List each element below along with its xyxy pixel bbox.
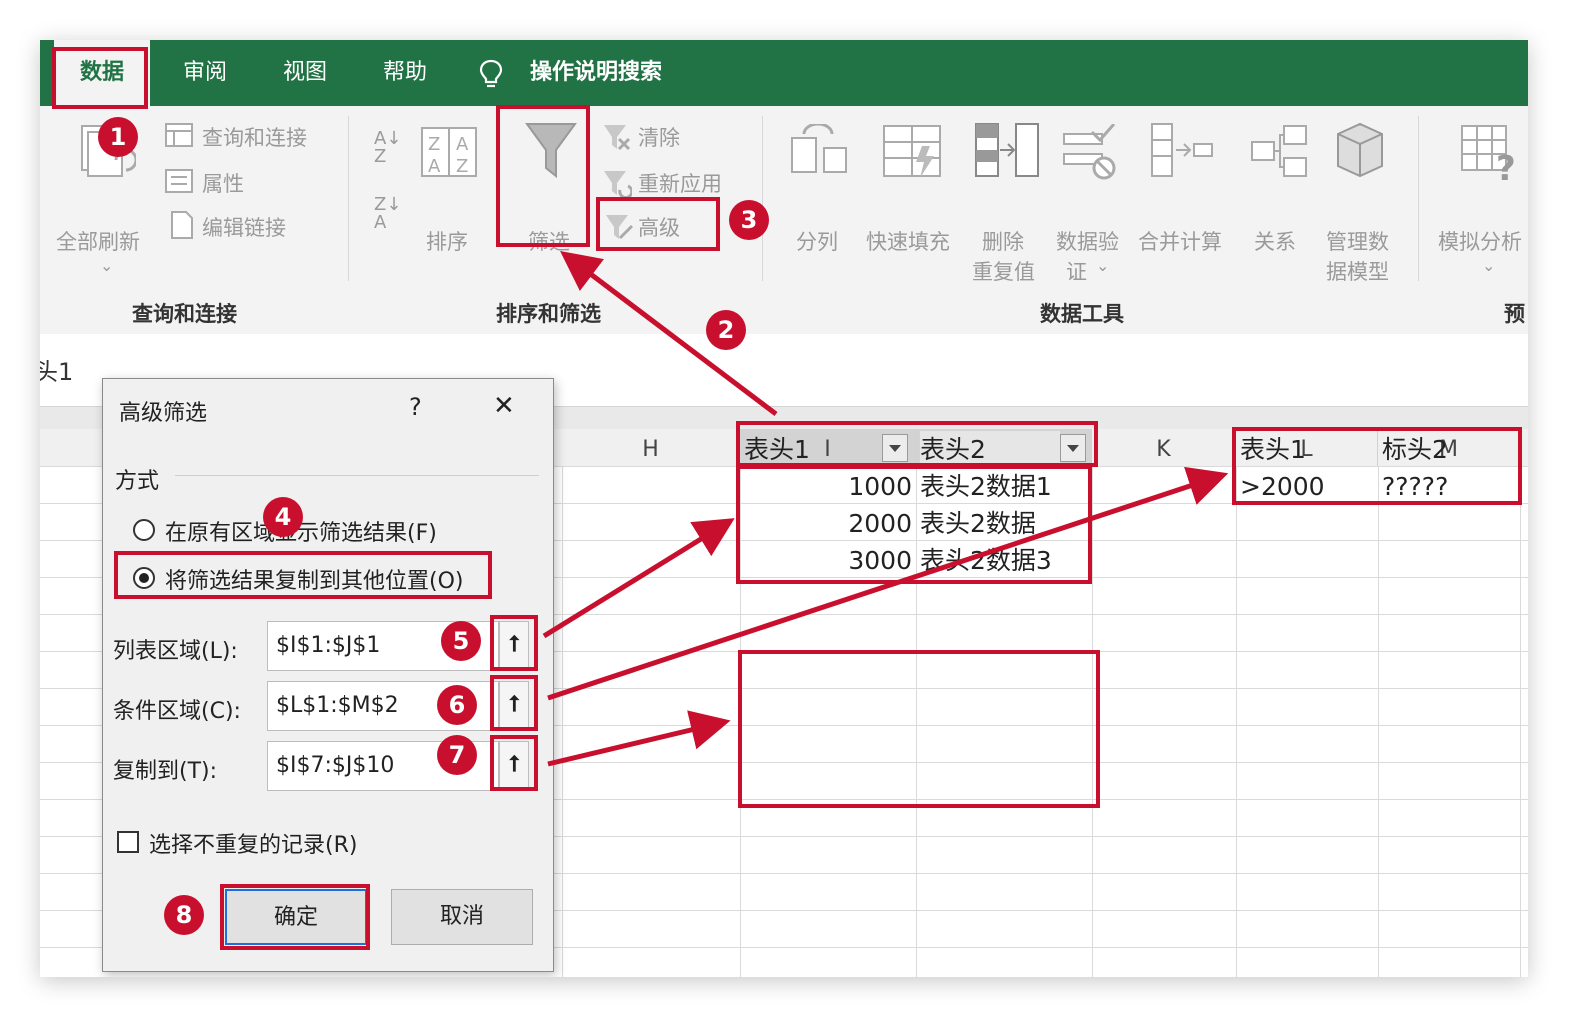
highlight-data-rows — [736, 465, 1092, 584]
svg-text:A: A — [428, 156, 441, 177]
unique-records-label[interactable]: 选择不重复的记录(R) — [149, 827, 357, 859]
group-label-queries: 查询和连接 — [132, 302, 237, 326]
what-if-dropdown[interactable]: ⌄ — [1482, 256, 1495, 275]
step-badge-7: 7 — [437, 735, 477, 775]
manage-data-model-icon[interactable] — [1330, 120, 1390, 180]
reapply-icon — [604, 171, 632, 198]
group-label-forecast: 预 — [1504, 302, 1525, 326]
remove-duplicates-button[interactable]: 删除 — [982, 226, 1024, 256]
data-validation-dropdown[interactable]: ⌄ — [1096, 256, 1109, 275]
sort-za-icon[interactable]: Z↓ A — [374, 196, 401, 232]
data-validation-button[interactable]: 数据验 — [1056, 226, 1119, 256]
reapply-button[interactable]: 重新应用 — [638, 168, 722, 198]
consolidate-icon[interactable] — [1150, 122, 1216, 178]
ribbon-separator — [762, 116, 763, 281]
column-header-h[interactable]: H — [562, 429, 740, 466]
advanced-filter-dialog: 高级筛选 ? ✕ 方式 在原有区域显示筛选结果(F) 将筛选结果复制到其他位置(… — [102, 378, 554, 972]
queries-connections-button[interactable]: 查询和连接 — [202, 122, 307, 152]
sort-az-icon[interactable]: A↓ Z — [374, 130, 401, 166]
text-to-columns-button[interactable]: 分列 — [796, 226, 838, 256]
ribbon-data: 全部刷新 ⌄ 查询和连接 属性 编辑链接 查询和连接 A↓ Z Z↓ A ZA AZ… — [40, 106, 1528, 335]
highlight-list-range-button — [490, 615, 538, 671]
criteria-range-label: 条件区域(C): — [113, 699, 241, 724]
clear-filter-icon — [604, 125, 631, 151]
what-if-analysis-button[interactable]: 模拟分析 — [1438, 226, 1522, 256]
manage-data-model-button[interactable]: 管理数 — [1326, 226, 1389, 256]
relationships-button[interactable]: 关系 — [1254, 226, 1296, 256]
highlight-advanced — [596, 197, 720, 251]
tab-help[interactable]: 帮助 — [370, 40, 440, 106]
manage-data-model-label-2: 据模型 — [1326, 260, 1389, 284]
column-header-k[interactable]: K — [1092, 429, 1236, 466]
edit-links-icon — [171, 211, 193, 239]
flash-fill-button[interactable]: 快速填充 — [866, 226, 950, 256]
step-badge-4: 4 — [263, 497, 303, 537]
copy-to-label: 复制到(T): — [113, 759, 218, 784]
svg-text:Z: Z — [456, 156, 468, 177]
sort-button[interactable]: 排序 — [426, 226, 468, 256]
tab-view[interactable]: 视图 — [270, 40, 340, 106]
unique-records-checkbox[interactable] — [117, 831, 139, 853]
group-label-data-tools: 数据工具 — [1040, 302, 1124, 326]
step-badge-3: 3 — [729, 200, 769, 240]
ribbon-separator — [348, 116, 349, 281]
tell-me-search[interactable]: 操作说明搜索 — [530, 40, 662, 106]
lightbulb-icon — [479, 59, 503, 88]
highlight-ok-button — [220, 884, 370, 950]
highlight-copy-option — [114, 551, 492, 599]
step-badge-2: 2 — [706, 310, 746, 350]
step-badge-1: 1 — [98, 117, 138, 157]
dialog-title: 高级筛选 — [119, 401, 208, 426]
step-badge-6: 6 — [437, 685, 477, 725]
tab-review[interactable]: 审阅 — [170, 40, 240, 106]
data-validation-label-2: 证 — [1066, 260, 1087, 284]
sort-dialog-icon: ZA AZ — [421, 127, 477, 177]
svg-text:Z: Z — [428, 134, 440, 155]
highlight-data-tab — [52, 47, 148, 109]
highlight-criteria — [1232, 427, 1522, 505]
ribbon-tab-bar: 数据 审阅 视图 帮助 操作说明搜索 — [40, 40, 1528, 106]
highlight-copy-destination — [738, 650, 1100, 808]
refresh-all-button[interactable]: 全部刷新 — [56, 226, 140, 256]
highlight-filter — [496, 105, 590, 247]
highlight-criteria-range-button — [490, 675, 538, 731]
properties-icon — [165, 169, 193, 193]
step-badge-8: 8 — [164, 895, 204, 935]
what-if-analysis-icon[interactable]: ? — [1460, 124, 1520, 182]
queries-connections-icon — [165, 123, 193, 147]
consolidate-button[interactable]: 合并计算 — [1138, 226, 1222, 256]
highlight-copy-to-button — [490, 735, 538, 791]
mode-divider — [175, 475, 539, 476]
edit-links-button[interactable]: 编辑链接 — [202, 212, 286, 242]
refresh-all-dropdown[interactable]: ⌄ — [100, 256, 113, 275]
flash-fill-icon[interactable] — [882, 124, 944, 180]
radio-inplace[interactable] — [133, 519, 155, 541]
remove-duplicates-label-2: 重复值 — [972, 260, 1035, 284]
cancel-button[interactable]: 取消 — [391, 889, 533, 945]
svg-text:A: A — [456, 134, 469, 155]
list-range-label: 列表区域(L): — [113, 639, 238, 664]
remove-duplicates-icon[interactable] — [974, 122, 1040, 178]
name-box[interactable]: 头1 — [40, 352, 73, 387]
help-button[interactable]: ? — [409, 393, 422, 421]
text-to-columns-icon[interactable] — [790, 124, 850, 178]
mode-label: 方式 — [115, 469, 160, 494]
ribbon-separator — [1418, 116, 1419, 281]
relationships-icon[interactable] — [1250, 124, 1308, 178]
close-icon[interactable]: ✕ — [493, 391, 515, 421]
group-label-sort-filter: 排序和筛选 — [496, 302, 601, 326]
highlight-header-row — [736, 421, 1098, 467]
clear-button[interactable]: 清除 — [638, 122, 680, 152]
svg-text:?: ? — [1496, 149, 1516, 182]
properties-button[interactable]: 属性 — [202, 168, 244, 198]
step-badge-5: 5 — [441, 621, 481, 661]
data-validation-icon[interactable] — [1062, 124, 1118, 180]
